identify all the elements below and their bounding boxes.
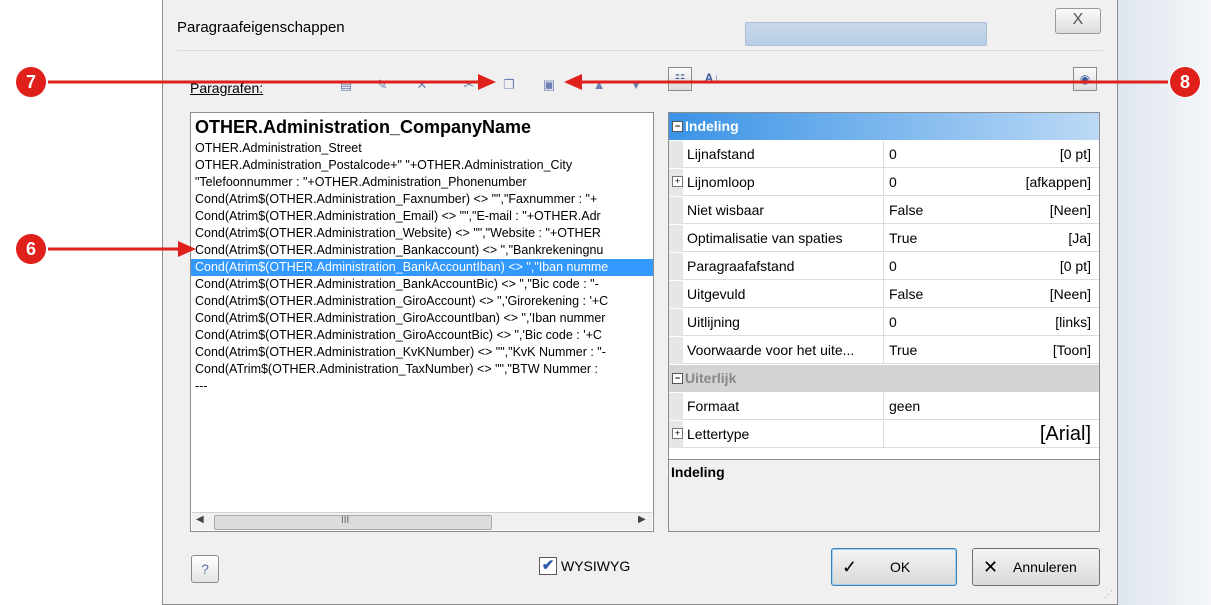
arrow-7-head — [478, 74, 496, 90]
callout-marker-8: 8 — [1170, 67, 1200, 97]
arrow-8-head — [564, 74, 582, 90]
callout-marker-7: 7 — [16, 67, 46, 97]
callout-marker-6: 6 — [16, 234, 46, 264]
arrow-6-head — [178, 241, 196, 257]
callout-arrows — [48, 74, 1168, 257]
